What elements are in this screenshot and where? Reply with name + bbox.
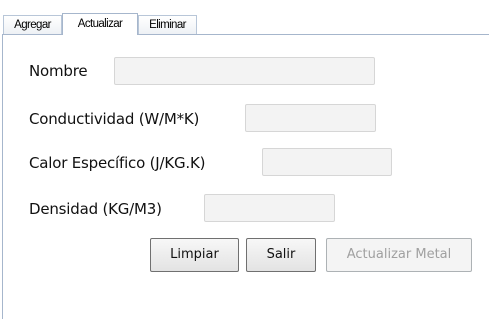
tab-actualizar[interactable]: Actualizar	[62, 13, 138, 35]
tab-eliminar[interactable]: Eliminar	[138, 15, 197, 34]
salir-button[interactable]: Salir	[246, 238, 316, 272]
calor-especifico-field[interactable]	[262, 148, 392, 176]
nombre-label: Nombre	[29, 62, 88, 80]
actualizar-metal-button[interactable]: Actualizar Metal	[326, 238, 472, 272]
tab-agregar[interactable]: Agregar	[3, 15, 62, 34]
tab-strip: Agregar Actualizar Eliminar	[2, 13, 489, 35]
nombre-field[interactable]	[114, 57, 375, 85]
conductividad-field[interactable]	[245, 104, 376, 132]
limpiar-button[interactable]: Limpiar	[150, 238, 239, 272]
densidad-label: Densidad (KG/M3)	[29, 200, 162, 218]
conductividad-label: Conductividad (W/M*K)	[29, 110, 200, 128]
densidad-field[interactable]	[204, 194, 335, 222]
calor-especifico-label: Calor Específico (J/KG.K)	[29, 154, 206, 172]
